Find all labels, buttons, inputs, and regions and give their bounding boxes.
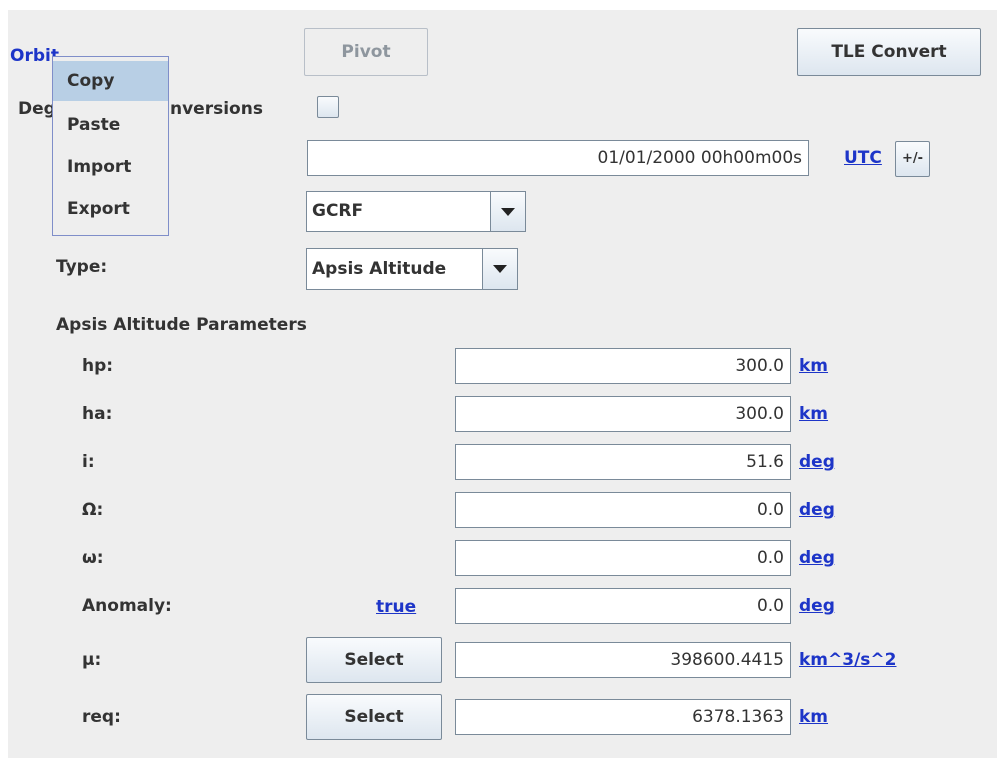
context-menu: Copy Paste Import Export [52, 56, 169, 236]
frame-select[interactable]: GCRF [306, 191, 526, 232]
arg-perigee-input[interactable]: 0.0 [455, 540, 791, 576]
menu-item-copy[interactable]: Copy [53, 61, 168, 101]
raan-input[interactable]: 0.0 [455, 492, 791, 528]
tle-convert-button[interactable]: TLE Convert [797, 28, 981, 76]
anomaly-input[interactable]: 0.0 [455, 588, 791, 624]
raan-unit-link[interactable]: deg [799, 500, 835, 520]
date-input[interactable]: 01/01/2000 00h00m00s [307, 140, 809, 176]
arg-perigee-unit-link[interactable]: deg [799, 548, 835, 568]
raan-label: Ω: [82, 500, 104, 520]
type-label: Type: [56, 257, 108, 277]
ha-input[interactable]: 300.0 [455, 396, 791, 432]
ha-unit-link[interactable]: km [799, 404, 828, 424]
inclination-label: i: [82, 452, 95, 472]
ha-label: ha: [82, 404, 113, 424]
hp-unit-link[interactable]: km [799, 356, 828, 376]
chevron-down-icon [493, 265, 507, 273]
inclination-input[interactable]: 51.6 [455, 444, 791, 480]
type-selected-value: Apsis Altitude [312, 259, 447, 279]
chevron-down-icon [501, 207, 515, 216]
plus-minus-button[interactable]: +/- [895, 141, 930, 177]
menu-item-paste[interactable]: Paste [53, 105, 168, 145]
req-select-button[interactable]: Select [306, 694, 442, 740]
inclination-unit-link[interactable]: deg [799, 452, 835, 472]
section-title: Apsis Altitude Parameters [56, 315, 307, 335]
mu-input[interactable]: 398600.4415 [455, 642, 791, 678]
anomaly-label: Anomaly: [82, 596, 172, 616]
utc-link[interactable]: UTC [844, 148, 882, 168]
mu-unit-link[interactable]: km^3/s^2 [799, 650, 897, 670]
hp-label: hp: [82, 356, 114, 376]
frame-selected-value: GCRF [312, 201, 364, 221]
mu-select-button[interactable]: Select [306, 637, 442, 683]
anomaly-type-link[interactable]: true [376, 597, 416, 617]
req-label: req: [82, 707, 121, 727]
type-dropdown-button[interactable] [482, 249, 517, 289]
mu-label: µ: [82, 650, 102, 670]
req-input[interactable]: 6378.1363 [455, 699, 791, 735]
req-unit-link[interactable]: km [799, 707, 828, 727]
frame-dropdown-button[interactable] [490, 192, 525, 231]
arg-perigee-label: ω: [82, 548, 104, 568]
degrees-conversions-label-right: nversions [170, 99, 263, 119]
degrees-conversions-label-left: Deg [18, 99, 56, 119]
type-select[interactable]: Apsis Altitude [306, 248, 518, 290]
pivot-button[interactable]: Pivot [304, 28, 428, 76]
menu-item-import[interactable]: Import [53, 147, 168, 187]
anomaly-unit-link[interactable]: deg [799, 596, 835, 616]
menu-item-export[interactable]: Export [53, 189, 168, 229]
hp-input[interactable]: 300.0 [455, 348, 791, 384]
degrees-conversions-checkbox[interactable] [317, 96, 339, 118]
